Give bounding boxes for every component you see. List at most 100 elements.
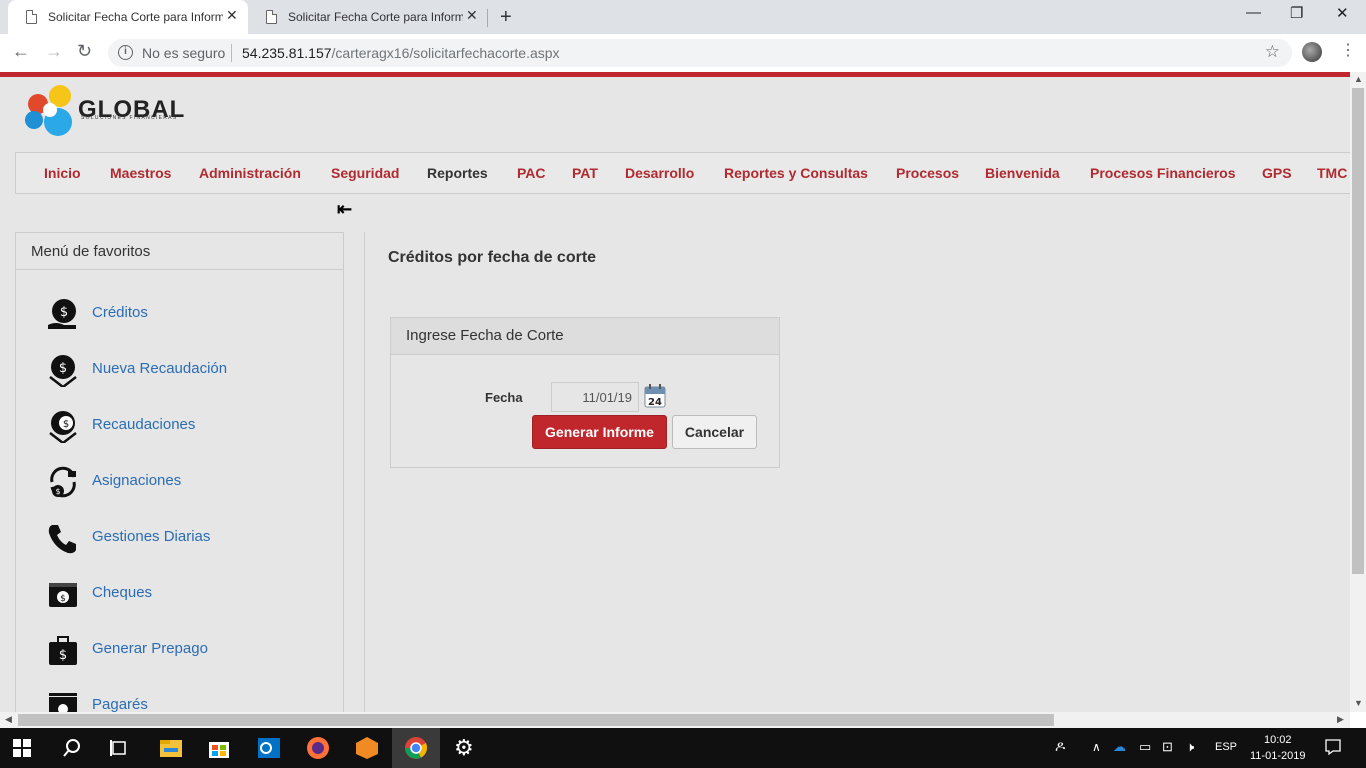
fav-asignaciones[interactable]: Asignaciones [92, 472, 181, 489]
scroll-down-arrow-icon[interactable]: ▼ [1354, 698, 1363, 708]
onedrive-icon[interactable]: ☁ [1113, 739, 1126, 755]
settings-gear-icon[interactable]: ⚙ [454, 735, 474, 761]
content-divider [364, 232, 365, 712]
nav-desarrollo[interactable]: Desarrollo [625, 165, 694, 181]
windows-start-icon[interactable] [12, 738, 32, 758]
fav-pagares[interactable]: Pagarés [92, 696, 148, 713]
page-icon [26, 10, 37, 24]
nav-reportes[interactable]: Reportes [427, 165, 488, 181]
clock-date: 11-01-2019 [1250, 750, 1306, 762]
show-hidden-icons-icon[interactable]: ∧ [1092, 740, 1101, 754]
fav-gestiones-diarias[interactable]: Gestiones Diarias [92, 528, 210, 545]
horizontal-scroll-thumb[interactable] [18, 714, 1054, 726]
money-collect-icon: $ [49, 411, 77, 443]
cancelar-button[interactable]: Cancelar [672, 415, 757, 449]
taskbar-clock[interactable]: 10:02 11-01-2019 [1250, 732, 1305, 764]
nav-tmc[interactable]: TMC [1317, 165, 1347, 181]
fav-recaudaciones[interactable]: Recaudaciones [92, 416, 195, 433]
nav-maestros[interactable]: Maestros [110, 165, 171, 181]
restore-button[interactable]: ❐ [1290, 4, 1303, 22]
nav-bienvenida[interactable]: Bienvenida [985, 165, 1060, 181]
fecha-label: Fecha [485, 390, 523, 405]
svg-text:$: $ [59, 648, 67, 663]
generar-informe-button[interactable]: Generar Informe [532, 415, 667, 449]
browser-tab[interactable]: Solicitar Fecha Corte para Inform ✕ [248, 0, 488, 34]
task-view-icon[interactable] [109, 738, 129, 758]
collapse-sidebar-icon[interactable]: ⇤ [337, 199, 352, 220]
minimize-button[interactable]: — [1246, 4, 1261, 21]
url-text[interactable]: 54.235.81.157/carteragx16/solicitarfecha… [242, 45, 560, 61]
fecha-input[interactable] [551, 382, 639, 412]
network-icon[interactable]: ⊡ [1162, 739, 1173, 755]
close-tab-icon[interactable]: ✕ [466, 7, 478, 24]
bookmark-star-icon[interactable]: ☆ [1265, 42, 1280, 62]
info-icon[interactable]: i [118, 45, 133, 60]
fav-generar-prepago[interactable]: Generar Prepago [92, 640, 208, 657]
url-host: 54.235.81.157 [242, 45, 332, 61]
money-bag-icon: $ [48, 299, 76, 329]
url-path: /carteragx16/solicitarfechacorte.aspx [331, 45, 560, 61]
divider [231, 44, 232, 62]
security-label[interactable]: No es seguro [142, 45, 225, 61]
address-bar[interactable]: i No es seguro 54.235.81.157/carteragx16… [108, 39, 1292, 67]
scroll-right-arrow-icon[interactable]: ▶ [1337, 714, 1344, 725]
nav-seguridad[interactable]: Seguridad [331, 165, 399, 181]
fav-creditos[interactable]: Créditos [92, 304, 148, 321]
nav-inicio[interactable]: Inicio [44, 165, 81, 181]
calendar-day: 24 [648, 397, 662, 408]
battery-icon[interactable]: ▭ [1139, 739, 1151, 755]
close-tab-icon[interactable]: ✕ [226, 7, 238, 24]
phone-icon [48, 525, 76, 554]
forward-arrow-icon[interactable]: → [45, 41, 63, 62]
tab-title: Solicitar Fecha Corte para Inform [48, 10, 223, 24]
svg-text:$: $ [60, 305, 68, 320]
logo-tagline: SOLUCIONES FINANCIERAS [81, 115, 178, 121]
favorites-title: Menú de favoritos [31, 243, 151, 260]
nav-procesos-financieros[interactable]: Procesos Financieros [1090, 165, 1236, 181]
page-icon [266, 10, 277, 24]
store-icon[interactable] [206, 736, 232, 760]
fav-nueva-recaudacion[interactable]: Nueva Recaudación [92, 360, 227, 377]
browser-tab-active[interactable]: Solicitar Fecha Corte para Inform ✕ [8, 0, 248, 34]
nav-pac[interactable]: PAC [517, 165, 546, 181]
global-logo-icon[interactable] [22, 82, 82, 144]
chrome-icon[interactable] [403, 736, 429, 760]
search-icon[interactable] [62, 738, 82, 758]
nav-reportes-consultas[interactable]: Reportes y Consultas [724, 165, 868, 181]
nav-administracion[interactable]: Administración [199, 165, 301, 181]
notifications-icon[interactable] [1324, 738, 1342, 756]
back-arrow-icon[interactable]: ← [12, 41, 30, 62]
svg-text:$: $ [60, 594, 66, 604]
browser-menu-icon[interactable]: ⋮ [1340, 40, 1356, 60]
sublime-box-icon[interactable] [354, 736, 380, 760]
svg-text:$: $ [59, 361, 67, 376]
card-title: Ingrese Fecha de Corte [406, 327, 564, 344]
volume-muted-icon[interactable]: 🕨 [1186, 739, 1194, 755]
new-tab-button[interactable]: + [500, 6, 512, 29]
money-cycle-icon: $ [50, 466, 76, 498]
firefox-icon[interactable] [305, 736, 331, 760]
tab-separator [487, 9, 488, 27]
language-indicator[interactable]: ESP [1215, 741, 1237, 753]
profile-avatar[interactable] [1302, 42, 1322, 62]
svg-text:$: $ [63, 419, 69, 430]
cheque-icon: $ [49, 583, 77, 607]
close-window-button[interactable]: ✕ [1336, 4, 1349, 22]
outlook-icon[interactable] [256, 736, 282, 760]
nav-pat[interactable]: PAT [572, 165, 598, 181]
fav-cheques[interactable]: Cheques [92, 584, 152, 601]
file-explorer-icon[interactable] [158, 736, 184, 760]
briefcase-money-icon: $ [49, 636, 77, 665]
scroll-up-arrow-icon[interactable]: ▲ [1354, 74, 1363, 84]
calendar-icon[interactable]: 24 [644, 384, 666, 408]
clock-time: 10:02 [1263, 734, 1292, 746]
nav-gps[interactable]: GPS [1262, 165, 1292, 181]
page-title: Créditos por fecha de corte [388, 249, 597, 266]
reload-icon[interactable]: ↻ [77, 41, 92, 62]
svg-text:$: $ [55, 487, 60, 496]
people-icon[interactable]: ዶ [1055, 738, 1065, 755]
scroll-left-arrow-icon[interactable]: ◀ [5, 714, 12, 725]
tab-title: Solicitar Fecha Corte para Inform [288, 10, 463, 24]
vertical-scroll-thumb[interactable] [1352, 88, 1364, 574]
nav-procesos[interactable]: Procesos [896, 165, 959, 181]
